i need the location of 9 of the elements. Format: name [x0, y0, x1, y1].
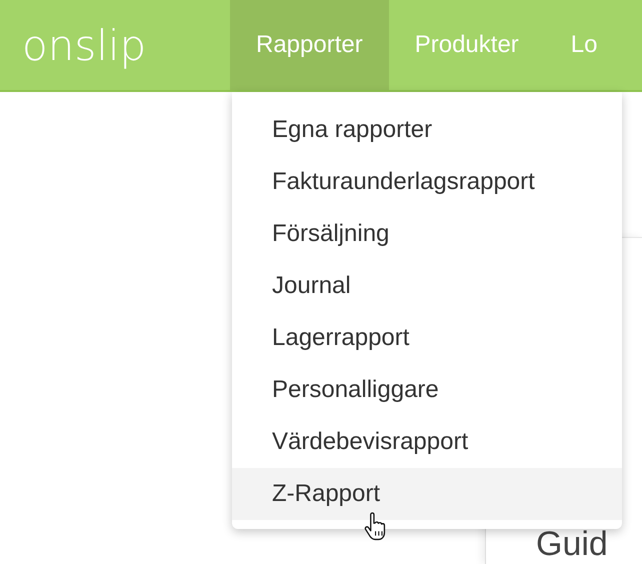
menu-item[interactable]: Z-Rapport [232, 468, 622, 520]
menu-item[interactable]: Fakturaunderlagsrapport [232, 156, 622, 208]
menu-item[interactable]: Personalliggare [232, 364, 622, 416]
menu-item[interactable]: Journal [232, 260, 622, 312]
menu-item[interactable]: Försäljning [232, 208, 622, 260]
menu-item[interactable]: Lagerrapport [232, 312, 622, 364]
card-heading: Guid [536, 526, 608, 562]
menu-item[interactable]: Värdebevisrapport [232, 416, 622, 468]
menu-item[interactable]: Egna rapporter [232, 104, 622, 156]
